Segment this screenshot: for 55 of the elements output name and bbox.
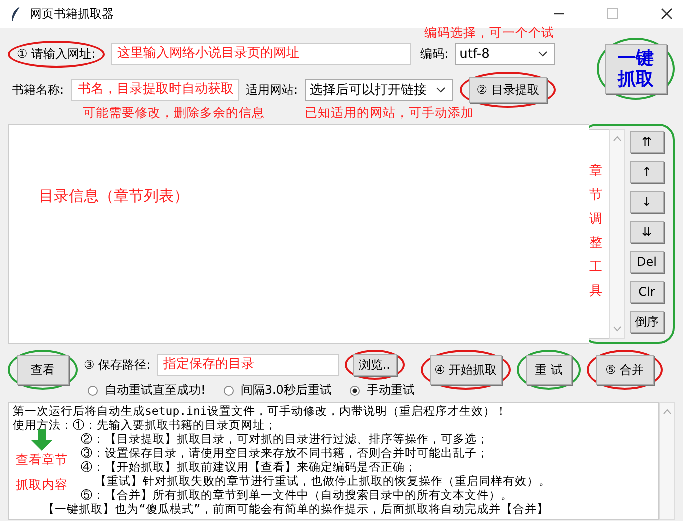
tool-button[interactable]: ↓ — [630, 191, 664, 213]
scroll-up-icon[interactable] — [612, 136, 622, 142]
url-label: ① 请输入网址: — [17, 46, 96, 63]
view-hint: 查看章节 — [16, 452, 68, 469]
scroll-up-icon[interactable] — [662, 409, 672, 415]
name-hint: 可能需要修改，删除多余的信息 — [83, 105, 265, 122]
save-path-input[interactable]: 指定保存的目录 — [156, 354, 339, 376]
down-arrow-annotation — [30, 429, 54, 451]
chevron-icon — [538, 51, 548, 57]
scroll-down-icon[interactable] — [612, 326, 622, 332]
browse-button[interactable]: 浏览.. — [352, 354, 397, 376]
encoding-hint: 编码选择，可一个个试 — [424, 25, 555, 42]
view-hint: 抓取内容 — [16, 477, 68, 494]
encoding-dropdown[interactable]: utf-8 — [454, 43, 555, 65]
tool-button[interactable]: Del — [630, 251, 664, 273]
retry-option[interactable]: 间隔3.0秒后重试 — [224, 382, 332, 399]
encoding-label: 编码: — [420, 46, 449, 62]
book-name-label: 书籍名称: — [12, 82, 64, 98]
merge-button[interactable]: ⑤ 合并 — [596, 355, 654, 385]
log-line: ②：【目录提取】抓取目录，可对抓的目录进行过滤、排序等操作，可多选； — [81, 432, 489, 446]
log-line: 第一次运行后将自动生成setup.ini设置文件，可手动修改，内带说明（重启程序才生效）！ — [13, 404, 508, 418]
retry-button[interactable]: 重 试 — [526, 355, 572, 385]
save-path-label: ③ 保存路径: — [84, 356, 151, 374]
log-line: ④：【开始抓取】抓取前建议用【查看】来确定编码是否正确； — [81, 460, 417, 474]
close-icon[interactable] — [661, 8, 673, 20]
tools-hint: 章节调整工具 — [590, 163, 602, 302]
tool-button[interactable]: ⇈ — [630, 131, 664, 153]
site-hint: 已知适用的网站，可手动添加 — [305, 105, 474, 122]
log-line: 【一键抓取】也为“傻瓜模式”，前面可能会有简单的操作提示，后面抓取将自动完成并【合并】 — [43, 502, 549, 516]
url-input[interactable]: 这里输入网络小说目录页的网址 — [110, 43, 411, 65]
log-line: 【重试】针对抓取失败的章节进行重试，也做停止抓取的恢复操作（重启同样有效）。 — [95, 474, 551, 488]
scrollbar[interactable] — [609, 129, 625, 339]
chapter-list-hint: 目录信息（章节列表） — [39, 187, 189, 206]
chapter-list[interactable]: 目录信息（章节列表） — [8, 124, 589, 344]
scrollbar[interactable] — [659, 402, 675, 520]
retry-option[interactable]: 手动重试 — [350, 382, 415, 399]
log-line: ③：设置保存目录，请使用空目录来存放不同书籍，否则合并时可能出乱子； — [81, 446, 489, 460]
tool-button[interactable]: ⇊ — [630, 221, 664, 243]
maximize-icon[interactable] — [607, 8, 619, 20]
site-label: 适用网站: — [246, 82, 298, 98]
tool-button[interactable]: 倒序 — [630, 311, 664, 333]
site-dropdown[interactable]: 选择后可以打开链接 — [305, 79, 454, 101]
tool-button[interactable]: ↑ — [630, 161, 664, 183]
start-button[interactable]: ④ 开始抓取 — [430, 355, 502, 385]
log-text-area[interactable] — [8, 402, 659, 520]
tool-button[interactable]: Clr — [630, 281, 664, 303]
feather-icon — [10, 6, 22, 22]
one-click-button[interactable]: 一键抓取 — [605, 44, 667, 94]
view-button[interactable]: 查看 — [17, 355, 69, 385]
retry-option[interactable]: 自动重试直至成功! — [88, 382, 206, 399]
log-line: ⑤：【合并】所有抓取的章节到单一文件中（自动搜索目录中的所有文本文件）。 — [81, 488, 513, 502]
extract-button[interactable]: ② 目录提取 — [469, 77, 548, 103]
window-title: 网页书籍抓取器 — [30, 6, 114, 22]
book-name-input[interactable]: 书名，目录提取时自动获取 — [71, 79, 240, 101]
chevron-icon — [436, 87, 446, 93]
